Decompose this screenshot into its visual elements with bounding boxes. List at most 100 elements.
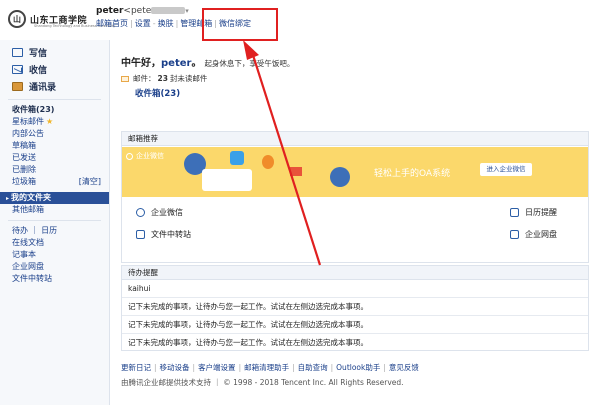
folder-sent-label: 已发送 bbox=[12, 153, 36, 162]
nav-compose[interactable]: 写信 bbox=[0, 44, 109, 61]
tool-todo-calendar-label: 待办 ｜ 日历 bbox=[12, 226, 58, 235]
tool-online-docs-label: 在线文档 bbox=[12, 238, 44, 247]
footer-mobile-link[interactable]: 移动设备 bbox=[160, 363, 190, 372]
link-mail-home[interactable]: 邮箱首页 bbox=[96, 19, 128, 28]
account-caret-icon[interactable]: ▾ bbox=[185, 7, 189, 15]
footer-feedback-link[interactable]: 意见反馈 bbox=[389, 363, 419, 372]
greeting-suffix: 。 bbox=[191, 58, 202, 69]
folder-starred[interactable]: 星标邮件 ★ bbox=[0, 116, 109, 128]
todo-item[interactable]: 记下未完成的事项，让待办与您一起工作。试试在左侧边选完成本事项。 bbox=[122, 334, 588, 352]
inbox-link[interactable]: 收件箱(23) bbox=[135, 87, 180, 99]
divider: | bbox=[130, 19, 133, 28]
divider: | bbox=[330, 363, 334, 372]
link-skin[interactable]: 换肤 bbox=[158, 19, 174, 28]
school-seal-icon: 山 bbox=[8, 10, 26, 28]
school-logo[interactable]: 山 山东工商学院 Shandong Technology and Busines… bbox=[8, 8, 115, 30]
todo-item[interactable]: 记下未完成的事项，让待办与您一起工作。试试在左侧边选完成本事项。 bbox=[122, 298, 588, 316]
tool-online-docs[interactable]: 在线文档 bbox=[0, 237, 109, 249]
nav-receive[interactable]: 收信 bbox=[0, 61, 109, 78]
footer-cleanup-link[interactable]: 邮箱清理助手 bbox=[244, 363, 289, 372]
wechat-work-icon bbox=[136, 208, 145, 217]
tool-netdisk[interactable]: 企业网盘 bbox=[0, 261, 109, 273]
nav-contacts-label: 通讯录 bbox=[29, 83, 57, 93]
greeting-prefix: 中午好， bbox=[121, 58, 161, 69]
folder-inbox[interactable]: 收件箱(23) bbox=[0, 104, 109, 116]
redacted-email bbox=[151, 7, 186, 14]
tool-file-transfer[interactable]: 文件中转站 bbox=[0, 273, 109, 285]
divider bbox=[8, 220, 101, 221]
banner-illustration-person-2 bbox=[330, 167, 350, 187]
folder-spam[interactable]: 垃圾箱 [清空] bbox=[0, 176, 109, 188]
footer-links: 更新日记 | 移动设备 | 客户端设置 | 邮箱清理助手 | 自助查询 | Outlook助手 | 意见… bbox=[121, 362, 419, 373]
folder-announcements-label: 内部公告 bbox=[12, 129, 44, 138]
unread-summary: 邮件： 23 封未读邮件 bbox=[121, 73, 207, 84]
banner-illustration-chat-icon bbox=[290, 167, 302, 176]
divider: - bbox=[152, 19, 156, 28]
banner-illustration-desk bbox=[202, 169, 252, 191]
service-netdisk-label: 企业网盘 bbox=[525, 230, 557, 239]
banner-illustration-doc-icon bbox=[230, 151, 244, 165]
tool-notepad[interactable]: 记事本 bbox=[0, 249, 109, 261]
folder-other-mailboxes[interactable]: 其他邮箱 bbox=[0, 204, 109, 216]
divider bbox=[8, 99, 101, 100]
folder-inbox-label: 收件箱(23) bbox=[12, 105, 55, 114]
divider: | bbox=[192, 363, 196, 372]
folder-deleted[interactable]: 已删除 bbox=[0, 164, 109, 176]
my-folders-header[interactable]: ▸ 我的文件夹 bbox=[0, 192, 109, 204]
service-file-transfer[interactable]: 文件中转站 bbox=[136, 229, 191, 240]
service-calendar-label: 日历提醒 bbox=[525, 208, 557, 217]
unread-label: 邮件： bbox=[133, 74, 156, 83]
divider: | bbox=[175, 19, 179, 28]
footer-client-settings-link[interactable]: 客户端设置 bbox=[198, 363, 236, 372]
user-account[interactable]: peter<pete ▾ bbox=[96, 6, 189, 16]
copyright: 由腾讯企业邮提供技术支持 ｜ © 1998 - 2018 Tencent Inc… bbox=[121, 378, 404, 387]
annotation-highlight-box bbox=[202, 8, 278, 41]
wechat-work-banner[interactable]: 企业微信 轻松上手的OA系统 进入企业微信 bbox=[122, 147, 588, 197]
greeting-tail: 起身休息下，享受午饭吧。 bbox=[204, 59, 295, 68]
service-wechat-work-label: 企业微信 bbox=[151, 208, 183, 217]
folder-sent[interactable]: 已发送 bbox=[0, 152, 109, 164]
empty-spam-link[interactable]: [清空] bbox=[79, 176, 101, 188]
greeting: 中午好，peter。 起身休息下，享受午饭吧。 bbox=[121, 54, 294, 69]
footer-self-query-link[interactable]: 自助查询 bbox=[298, 363, 328, 372]
main-content: 中午好，peter。 起身休息下，享受午饭吧。 邮件： 23 封未读邮件 收件箱(23… bbox=[111, 40, 591, 405]
todo-item[interactable]: kaihui bbox=[122, 280, 588, 298]
unread-count: 23 bbox=[157, 74, 168, 83]
footer-changelog-link[interactable]: 更新日记 bbox=[121, 363, 151, 372]
recommend-title: 邮箱推荐 bbox=[122, 132, 588, 146]
nav-receive-label: 收信 bbox=[29, 66, 48, 76]
service-wechat-work[interactable]: 企业微信 bbox=[136, 207, 183, 218]
folder-drafts-label: 草稿箱 bbox=[12, 141, 36, 150]
folder-drafts[interactable]: 草稿箱 bbox=[0, 140, 109, 152]
star-icon: ★ bbox=[46, 117, 54, 126]
nav-contacts[interactable]: 通讯录 bbox=[0, 78, 109, 95]
todo-item[interactable]: 记下未完成的事项，让待办与您一起工作。试试在左侧边选完成本事项。 bbox=[122, 316, 588, 334]
divider: | bbox=[238, 363, 242, 372]
address-book-icon bbox=[12, 82, 23, 91]
expand-arrow-icon: ▸ bbox=[6, 195, 10, 202]
tool-notepad-label: 记事本 bbox=[12, 250, 36, 259]
divider: | bbox=[154, 363, 157, 372]
unread-suffix: 封未读邮件 bbox=[169, 74, 208, 83]
folder-deleted-label: 已删除 bbox=[12, 165, 36, 174]
nav-compose-label: 写信 bbox=[29, 49, 48, 59]
banner-tag-label: 企业微信 bbox=[136, 152, 164, 160]
service-calendar[interactable]: 日历提醒 bbox=[510, 207, 557, 218]
service-netdisk[interactable]: 企业网盘 bbox=[510, 229, 557, 240]
greeting-name: peter bbox=[161, 58, 192, 69]
tool-todo-calendar[interactable]: 待办 ｜ 日历 bbox=[0, 225, 109, 237]
mail-icon bbox=[121, 75, 129, 82]
banner-tag: 企业微信 bbox=[126, 151, 164, 161]
wechat-work-icon bbox=[126, 152, 133, 160]
folder-announcements[interactable]: 内部公告 bbox=[0, 128, 109, 140]
banner-illustration-location-icon bbox=[262, 155, 274, 169]
folder-starred-label: 星标邮件 bbox=[12, 117, 44, 126]
compose-icon bbox=[12, 48, 23, 57]
footer-outlook-link[interactable]: Outlook助手 bbox=[336, 363, 380, 372]
divider: | bbox=[292, 363, 295, 372]
service-file-transfer-label: 文件中转站 bbox=[151, 230, 191, 239]
link-settings[interactable]: 设置 bbox=[135, 19, 151, 28]
other-mailboxes-label: 其他邮箱 bbox=[12, 205, 44, 214]
tool-file-transfer-label: 文件中转站 bbox=[12, 274, 52, 283]
enter-wechat-work-button[interactable]: 进入企业微信 bbox=[480, 163, 532, 176]
